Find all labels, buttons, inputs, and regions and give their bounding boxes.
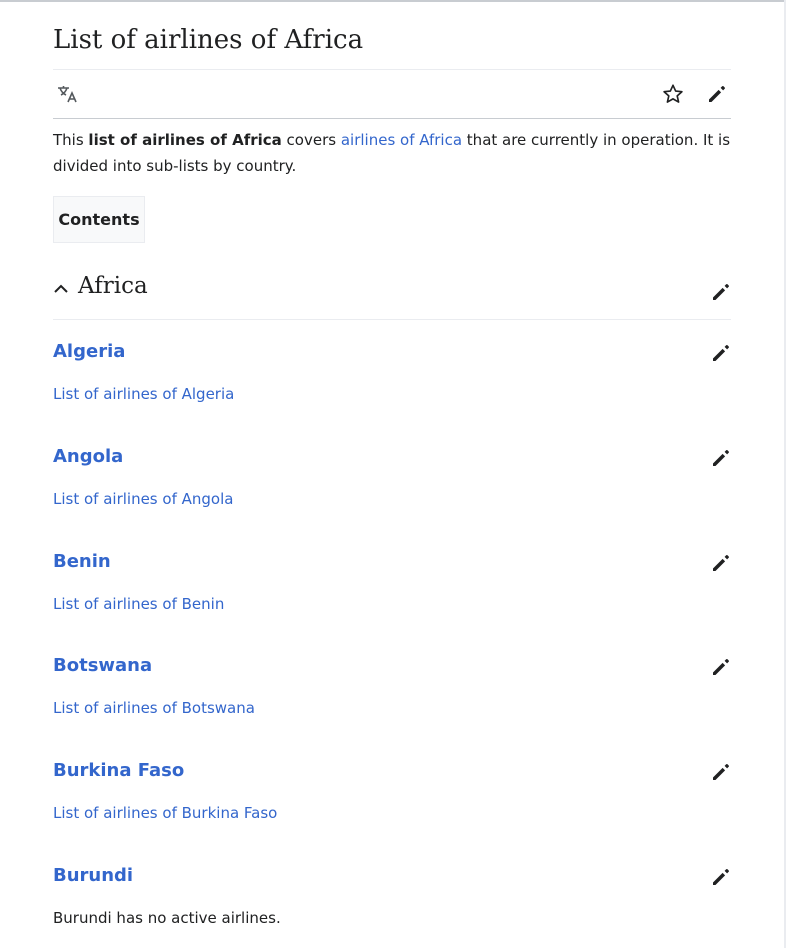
table-of-contents[interactable]: Contents [53,196,145,243]
country-list-link[interactable]: List of airlines of Angola [53,488,233,510]
country-list-link[interactable]: List of airlines of Botswana [53,697,255,719]
country-heading[interactable]: Angola [53,445,123,469]
section-title: Africa [78,273,148,299]
pencil-icon[interactable] [711,553,731,577]
toolbar-divider [53,118,731,119]
country-list-link[interactable]: List of airlines of Burkina Faso [53,802,277,824]
pencil-icon[interactable] [711,657,731,681]
star-icon[interactable] [659,80,687,108]
country-heading[interactable]: Burkina Faso [53,759,184,783]
country-note: Burundi has no active airlines. [53,909,281,927]
top-border [0,0,786,2]
pencil-icon[interactable] [711,762,731,786]
country-list-link[interactable]: List of airlines of Algeria [53,383,234,405]
pencil-icon[interactable] [703,80,731,108]
pencil-icon[interactable] [711,867,731,891]
country-heading[interactable]: Botswana [53,654,152,678]
toc-label: Contents [58,210,140,229]
country-heading[interactable]: Algeria [53,340,125,364]
intro-bold: list of airlines of Africa [88,131,282,149]
translate-icon[interactable] [54,80,82,108]
intro-paragraph: This list of airlines of Africa covers a… [53,127,731,179]
intro-prefix: This [53,131,89,149]
country-list-link[interactable]: List of airlines of Benin [53,593,224,615]
page-toolbar [53,70,731,118]
country-heading[interactable]: Benin [53,550,111,574]
chevron-up-icon[interactable] [53,281,69,301]
airlines-of-africa-link[interactable]: airlines of Africa [341,131,462,149]
pencil-icon[interactable] [711,282,731,306]
section-africa-header[interactable]: Africa [53,270,731,310]
country-heading[interactable]: Burundi [53,864,133,888]
pencil-icon[interactable] [711,343,731,367]
intro-middle: covers [281,131,341,149]
pencil-icon[interactable] [711,448,731,472]
page-title: List of airlines of Africa [53,25,364,55]
section-divider [53,319,731,320]
